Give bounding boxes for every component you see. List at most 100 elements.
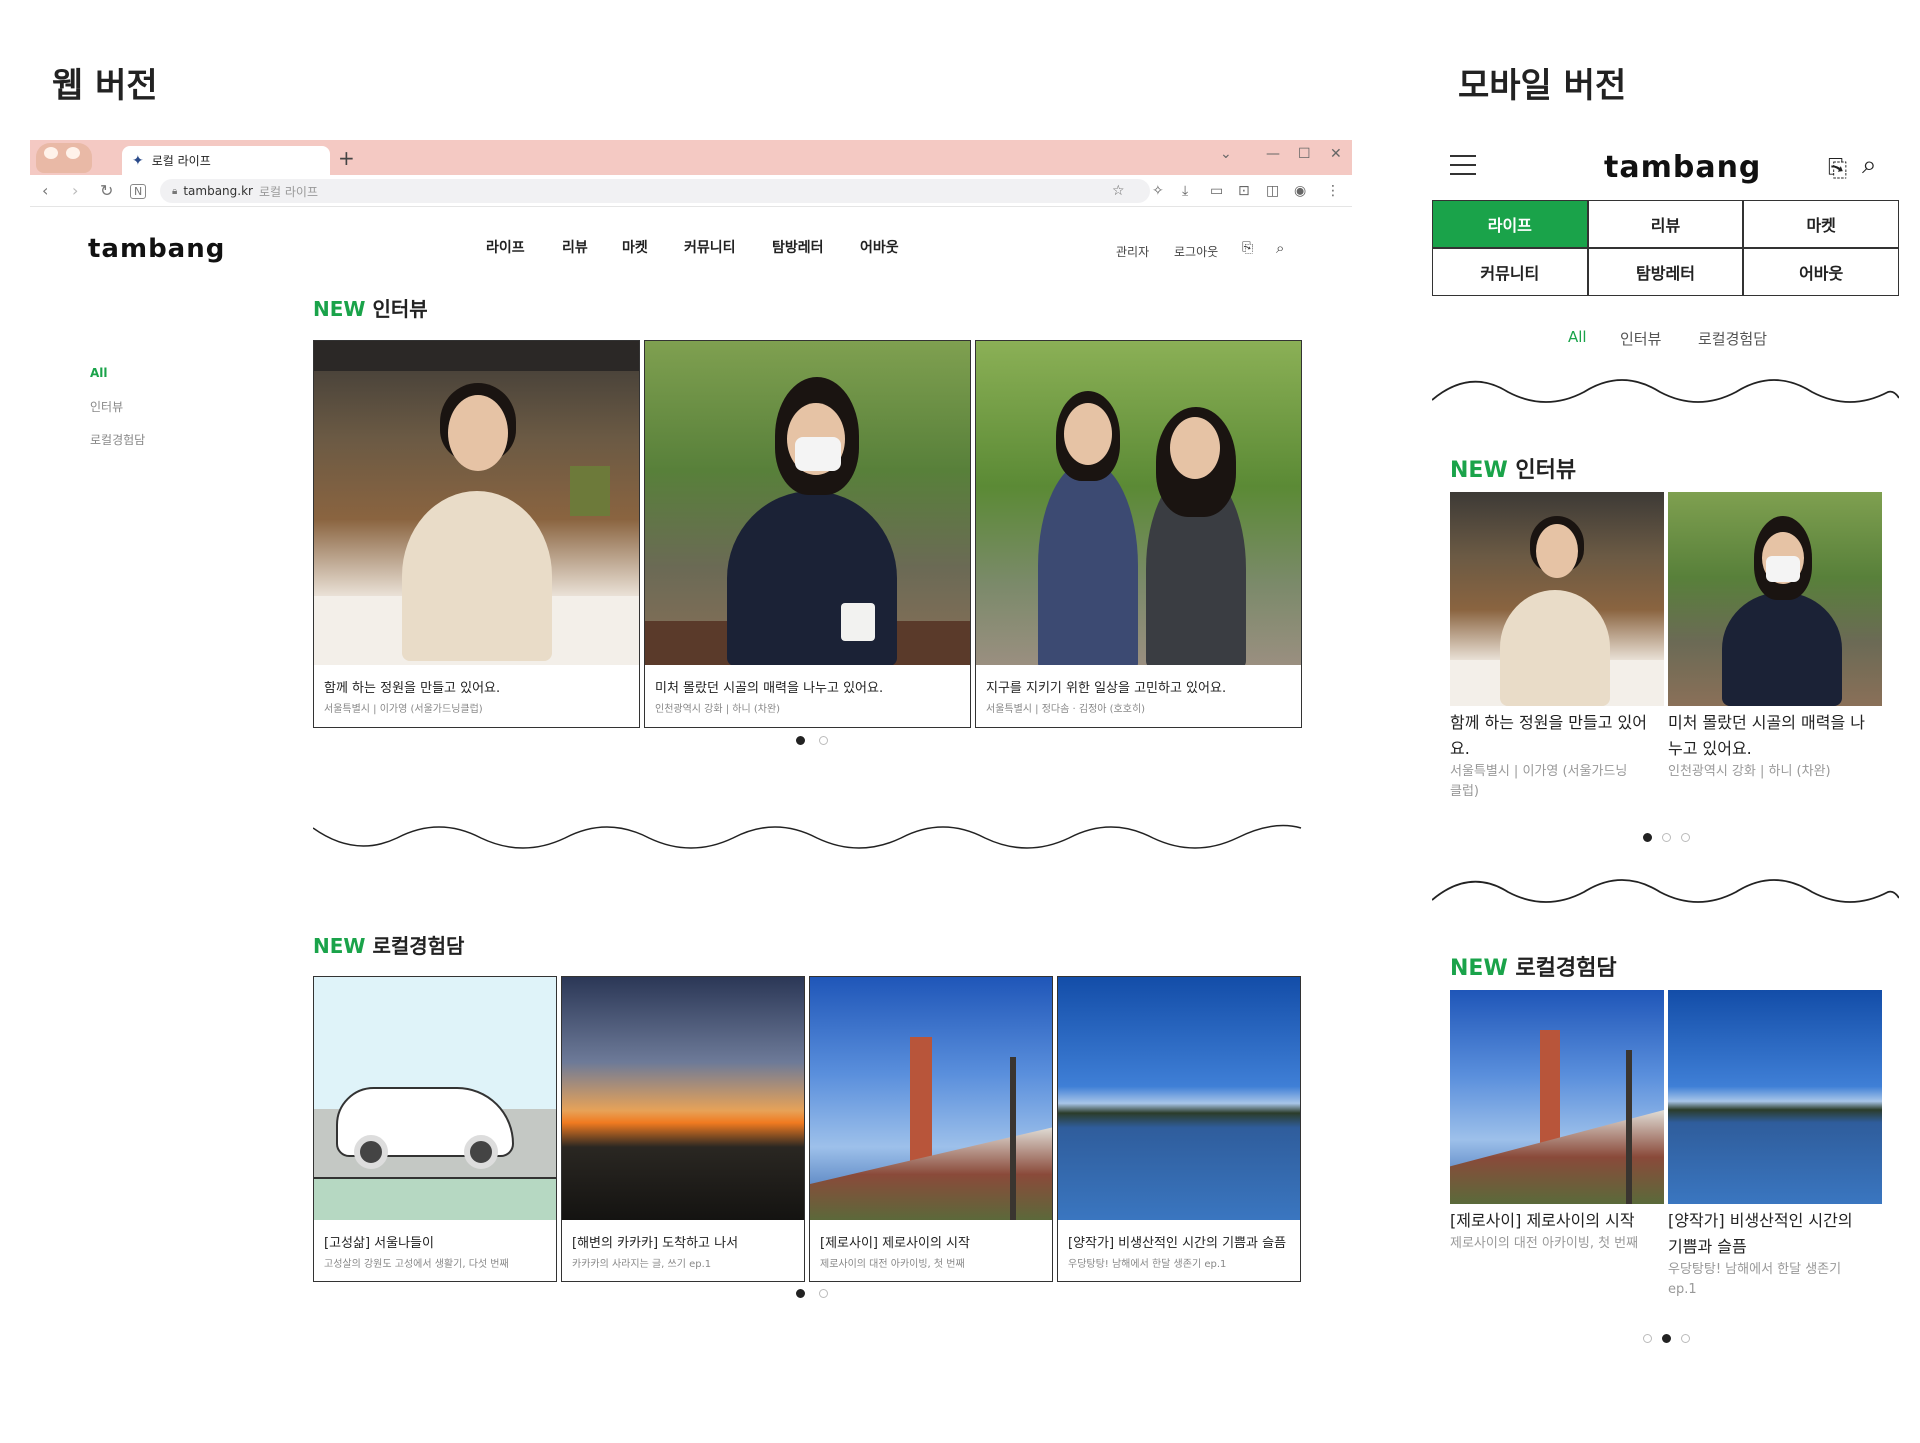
url-field[interactable]: 🔒︎ tambang.kr 로컬 라이프 (160, 179, 1150, 203)
mobile-filter-local[interactable]: 로컬경험담 (1698, 328, 1767, 349)
search-icon[interactable]: ⌕ (1276, 239, 1284, 257)
carousel-dot[interactable] (796, 1289, 805, 1298)
mobile-filter-interview[interactable]: 인터뷰 (1620, 328, 1661, 349)
interview-card[interactable]: 미처 몰랐던 시골의 매력을 나누고 있어요. 인천광역시 강화 | 하니 (차… (644, 340, 971, 728)
card-title: [양작가] 비생산적인 시간의 기쁨과 슬픔 (1068, 1236, 1287, 1251)
mascot-illustration (36, 143, 92, 173)
nav-review[interactable]: 리뷰 (562, 237, 588, 257)
lock-icon: 🔒︎ (172, 185, 178, 197)
new-local-heading: NEW 로컬경험담 (313, 934, 465, 958)
mobile-wave-divider (1432, 879, 1899, 903)
mobile-filter-all[interactable]: All (1568, 328, 1587, 346)
mobile-card-title-line2: 누고 있어요. (1668, 739, 1752, 758)
admin-link[interactable]: 관리자 (1116, 243, 1149, 260)
address-bar-row: ‹ › ↻ N 🔒︎ tambang.kr 로컬 라이프 ☆ ✧ ⤓ ▭ ⊡ ◫… (30, 175, 1352, 207)
forward-icon[interactable]: › (72, 181, 78, 200)
mobile-search-icon[interactable]: ⌕ (1862, 150, 1877, 181)
mobile-nav-review[interactable]: 리뷰 (1587, 200, 1744, 248)
profile-icon[interactable]: ◉ (1294, 183, 1306, 199)
logout-link[interactable]: 로그아웃 (1174, 243, 1218, 260)
extensions-icon[interactable]: ✧ (1152, 183, 1164, 199)
maximize-icon[interactable]: ☐ (1298, 146, 1311, 162)
mobile-nav-market[interactable]: 마켓 (1743, 200, 1899, 248)
carousel-dot[interactable] (819, 736, 828, 745)
minimize-icon[interactable]: — (1266, 146, 1280, 162)
interview-card[interactable]: 지구를 지키기 위한 일상을 고민하고 있어요. 서울특별시 | 정다솜 · 김… (975, 340, 1302, 728)
mobile-interview-card[interactable]: 미처 몰랐던 시골의 매력을 나 누고 있어요. 인천광역시 강화 | 하니 (… (1668, 492, 1882, 782)
mobile-local-photo (1450, 990, 1664, 1204)
mobile-card-title-line2: 요. (1450, 739, 1470, 758)
nav-about[interactable]: 어바웃 (860, 237, 899, 257)
mobile-new-local-heading: NEW 로컬경험담 (1450, 956, 1617, 981)
local-card[interactable]: [고성삶] 서울나들이 고성살의 강원도 고성에서 생활기, 다섯 번째 (313, 976, 557, 1282)
filter-all[interactable]: All (90, 366, 108, 380)
nav-market[interactable]: 마켓 (622, 237, 648, 257)
mobile-nav-letter[interactable]: 탐방레터 (1587, 248, 1744, 296)
mobile-card-sub-line2: ep.1 (1668, 1282, 1697, 1297)
mobile-local-card[interactable]: [제로사이] 제로사이의 시작 제로사이의 대전 아카이빙, 첫 번째 (1450, 990, 1664, 1254)
mobile-nav-life[interactable]: 라이프 (1432, 200, 1588, 248)
mobile-version-title: 모바일 버전 (1458, 66, 1627, 106)
card-subtitle: 서울특별시 | 이가영 (서울가드닝클럽) (324, 704, 483, 715)
mobile-card-title-line1: [제로사이] 제로사이의 시작 (1450, 1211, 1635, 1230)
mobile-carousel-dot[interactable] (1662, 1334, 1671, 1343)
interview-photo (976, 341, 1301, 665)
new-tab-button[interactable]: + (338, 146, 355, 170)
card-title: [제로사이] 제로사이의 시작 (820, 1236, 970, 1251)
mobile-card-title-line1: [양작가] 비생산적인 시간의 (1668, 1211, 1853, 1230)
mobile-carousel-dot[interactable] (1643, 833, 1652, 842)
mobile-menu-grid: 라이프 리뷰 마켓 커뮤니티 탐방레터 어바웃 (1432, 200, 1899, 296)
mobile-local-card[interactable]: [양작가] 비생산적인 시간의 기쁨과 슬픔 우당탕탕! 남해에서 한달 생존기… (1668, 990, 1882, 1300)
local-photo (810, 977, 1052, 1220)
card-subtitle: 인천광역시 강화 | 하니 (차완) (655, 704, 781, 715)
web-version-title: 웹 버전 (52, 66, 158, 106)
browser-window: ✦ 로컬 라이프 + ⌄ — ☐ ✕ ‹ › ↻ N 🔒︎ tambang.kr… (30, 140, 1352, 1375)
new-interview-heading: NEW 인터뷰 (313, 297, 428, 321)
back-icon[interactable]: ‹ (42, 181, 48, 200)
sidebar-icon[interactable]: ◫ (1266, 183, 1279, 199)
filter-interview[interactable]: 인터뷰 (90, 398, 123, 415)
local-card[interactable]: [해변의 카카카] 도착하고 나서 카카카의 사라지는 글, 쓰기 ep.1 (561, 976, 805, 1282)
reload-icon[interactable]: ↻ (100, 181, 113, 200)
mobile-interview-card[interactable]: 함께 하는 정원을 만들고 있어 요. 서울특별시 | 이가영 (서울가드닝 클… (1450, 492, 1664, 802)
close-icon[interactable]: ✕ (1330, 146, 1342, 162)
nav-life[interactable]: 라이프 (486, 237, 525, 257)
mobile-wave-divider (1432, 379, 1899, 403)
carousel-dot[interactable] (796, 736, 805, 745)
mobile-interview-photo (1450, 492, 1664, 706)
mobile-cart-icon[interactable]: ⎘ (1828, 154, 1847, 182)
cart-icon[interactable]: ⎘ (1242, 240, 1253, 256)
filter-local[interactable]: 로컬경험담 (90, 431, 145, 448)
card-title: 지구를 지키기 위한 일상을 고민하고 있어요. (986, 681, 1227, 696)
cast-icon[interactable]: ▭ (1210, 183, 1223, 199)
naver-extension-icon[interactable]: N (130, 184, 147, 199)
menu-kebab-icon[interactable]: ⋮ (1326, 183, 1340, 199)
nav-community[interactable]: 커뮤니티 (684, 237, 736, 257)
carousel-dot[interactable] (819, 1289, 828, 1298)
local-photo (1058, 977, 1300, 1220)
mobile-nav-community[interactable]: 커뮤니티 (1432, 248, 1588, 296)
site-logo[interactable]: tambang (88, 234, 225, 264)
url-page-title: 로컬 라이프 (258, 184, 318, 199)
hamburger-menu-icon[interactable] (1450, 155, 1476, 175)
browser-tab[interactable]: ✦ 로컬 라이프 (122, 146, 330, 175)
url-domain: tambang.kr (183, 184, 253, 198)
mobile-carousel-dot[interactable] (1662, 833, 1671, 842)
card-subtitle: 서울특별시 | 정다솜 · 김정아 (호호히) (986, 704, 1146, 715)
mobile-carousel-dot[interactable] (1643, 1334, 1652, 1343)
mobile-card-title-line1: 함께 하는 정원을 만들고 있어 (1450, 713, 1647, 732)
download-icon[interactable]: ⤓ (1182, 183, 1188, 199)
interview-photo (645, 341, 970, 665)
local-card[interactable]: [제로사이] 제로사이의 시작 제로사이의 대전 아카이빙, 첫 번째 (809, 976, 1053, 1282)
mobile-carousel-dot[interactable] (1681, 1334, 1690, 1343)
mobile-nav-about[interactable]: 어바웃 (1743, 248, 1899, 296)
bookmark-star-icon[interactable]: ☆ (1112, 183, 1125, 199)
interview-card[interactable]: 함께 하는 정원을 만들고 있어요. 서울특별시 | 이가영 (서울가드닝클럽) (313, 340, 640, 728)
mobile-site-logo[interactable]: tambang (1604, 150, 1761, 185)
screenshot-icon[interactable]: ⊡ (1238, 183, 1250, 199)
nav-letter[interactable]: 탐방레터 (772, 237, 824, 257)
tab-search-icon[interactable]: ⌄ (1220, 146, 1232, 162)
wave-divider (313, 824, 1302, 849)
local-card[interactable]: [양작가] 비생산적인 시간의 기쁨과 슬픔 우당탕탕! 남해에서 한달 생존기… (1057, 976, 1301, 1282)
mobile-carousel-dot[interactable] (1681, 833, 1690, 842)
